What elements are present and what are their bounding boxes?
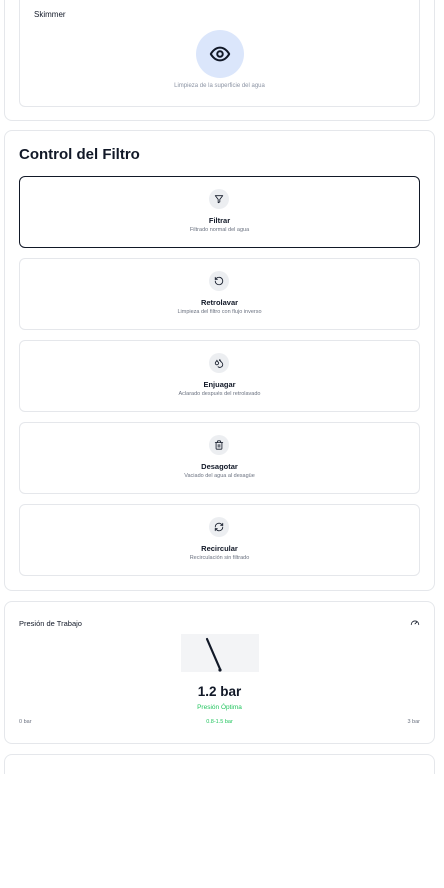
filter-option-retrolavar[interactable]: Retrolavar Limpieza del filtro con flujo… xyxy=(19,258,420,330)
rotate-ccw-icon xyxy=(209,271,229,291)
filter-icon xyxy=(209,189,229,209)
option-description: Limpieza del filtro con flujo inverso xyxy=(177,309,262,315)
filter-option-recircular[interactable]: Recircular Recirculación sin filtrado xyxy=(19,504,420,576)
pressure-value: 1.2 bar xyxy=(197,684,242,699)
next-card xyxy=(4,754,435,774)
skimmer-card: Skimmer Limpieza de la superficie del ag… xyxy=(4,0,435,121)
skimmer-option[interactable]: Skimmer Limpieza de la superficie del ag… xyxy=(19,0,420,107)
filter-option-desagotar[interactable]: Desagotar Vaciado del agua al desagüe xyxy=(19,422,420,494)
skimmer-description: Limpieza de la superficie del agua xyxy=(174,83,265,89)
option-description: Aclarado después del retrolavado xyxy=(178,391,261,397)
skimmer-title: Skimmer xyxy=(34,10,66,19)
trash-icon xyxy=(209,435,229,455)
eye-icon xyxy=(196,30,244,78)
option-description: Filtrado normal del agua xyxy=(189,227,250,233)
gauge-needle xyxy=(205,637,222,671)
refresh-icon xyxy=(209,517,229,537)
option-label: Enjuagar xyxy=(203,380,236,389)
pressure-card: Presión de Trabajo 1.2 bar Presión Óptim… xyxy=(4,601,435,744)
filter-option-filtrar[interactable]: Filtrar Filtrado normal del agua xyxy=(19,176,420,248)
option-description: Recirculación sin filtrado xyxy=(189,555,250,561)
pressure-gauge xyxy=(181,634,259,672)
section-title: Control del Filtro xyxy=(19,146,140,163)
pressure-status: Presión Óptima xyxy=(197,704,242,711)
option-label: Filtrar xyxy=(208,216,231,225)
droplets-icon xyxy=(209,353,229,373)
gauge-icon xyxy=(410,620,420,626)
filter-option-enjuagar[interactable]: Enjuagar Aclarado después del retrolavad… xyxy=(19,340,420,412)
filter-control-card: Control del Filtro Filtrar Filtrado norm… xyxy=(4,130,435,591)
option-label: Retrolavar xyxy=(200,298,239,307)
option-label: Desagotar xyxy=(201,462,238,471)
option-label: Recircular xyxy=(201,544,238,553)
pressure-max-label: 3 bar xyxy=(407,719,420,725)
pressure-title: Presión de Trabajo xyxy=(19,619,82,628)
pressure-optimal-range: 0.8-1.5 bar xyxy=(206,719,233,725)
option-description: Vaciado del agua al desagüe xyxy=(184,473,255,479)
